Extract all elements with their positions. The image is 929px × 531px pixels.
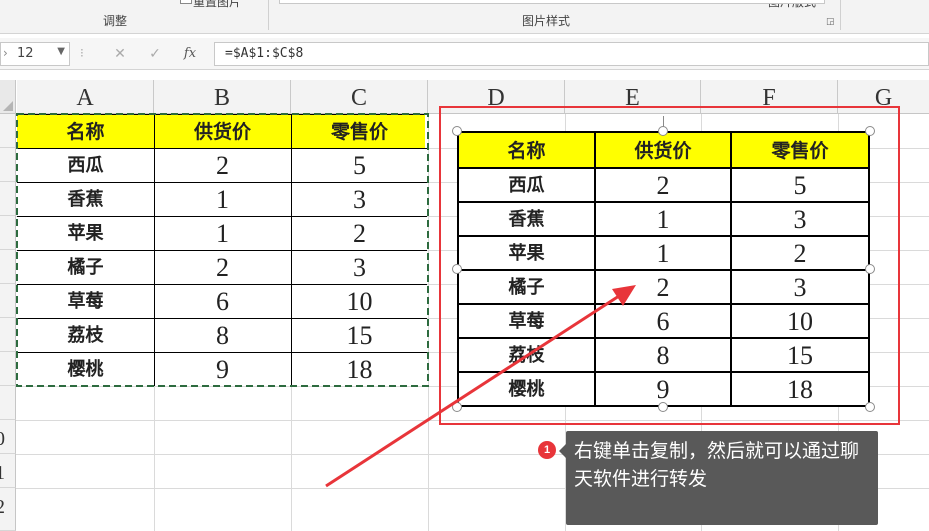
instruction-callout: 右键单击复制，然后就可以通过聊天软件进行转发	[559, 431, 878, 525]
step-number-badge: 1	[538, 441, 556, 459]
callout-text: 右键单击复制，然后就可以通过聊天软件进行转发	[574, 440, 860, 490]
callout-pointer	[559, 444, 566, 458]
